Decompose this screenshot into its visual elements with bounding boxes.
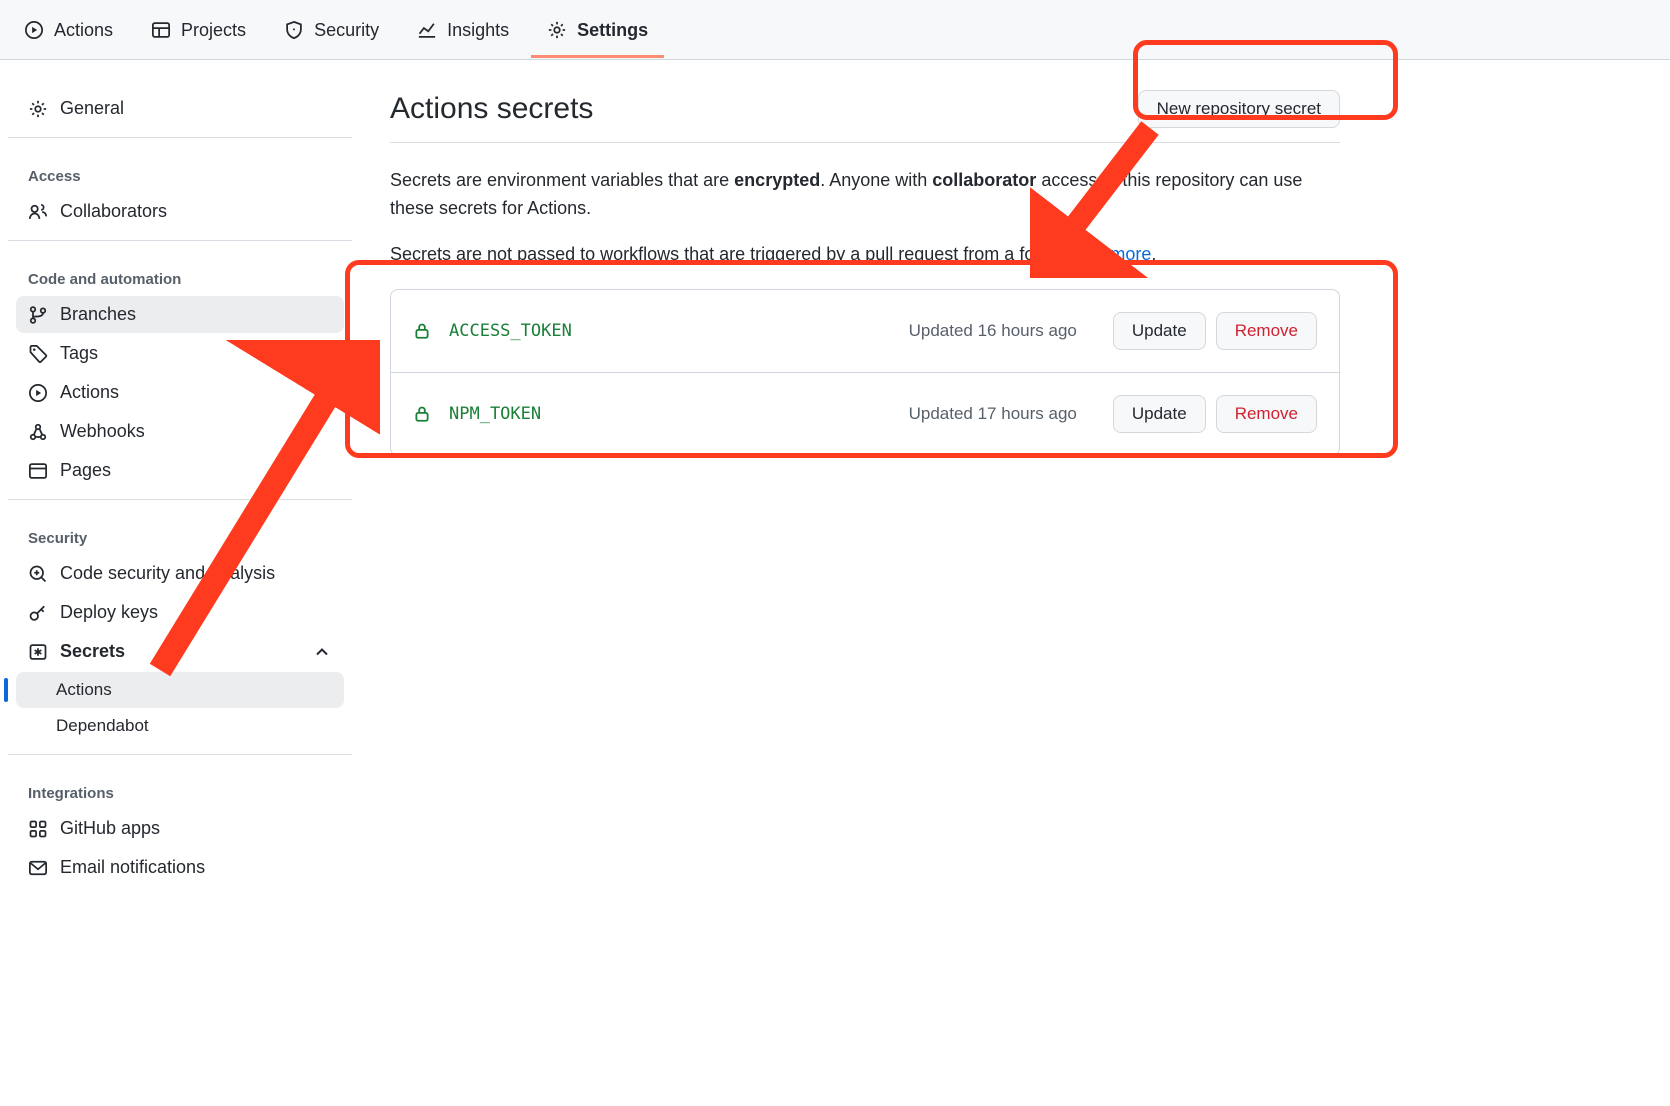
sidebar-item-actions[interactable]: Actions (16, 374, 344, 411)
sidebar-label: Collaborators (60, 201, 167, 222)
sidebar-label: Webhooks (60, 421, 145, 442)
page-title: Actions secrets (390, 92, 593, 126)
tab-actions[interactable]: Actions (8, 2, 129, 58)
browser-icon (28, 461, 48, 481)
codescan-icon (28, 564, 48, 584)
tab-security[interactable]: Security (268, 2, 395, 58)
sidebar-label: General (60, 98, 124, 119)
repo-tabs: Actions Projects Security Insights Setti… (0, 0, 1670, 60)
text: Secrets are not passed to workflows that… (390, 244, 1059, 264)
tag-icon (28, 344, 48, 364)
sidebar-label: Email notifications (60, 857, 205, 878)
divider (8, 754, 352, 755)
table-icon (151, 20, 171, 40)
text: . Anyone with (820, 170, 932, 190)
sidebar-item-webhooks[interactable]: Webhooks (16, 413, 344, 450)
sidebar-section-integrations: Integrations (8, 765, 352, 808)
tab-projects[interactable]: Projects (135, 2, 262, 58)
key-icon (28, 603, 48, 623)
sidebar-label: Actions (56, 680, 112, 699)
sidebar-sub-secrets-dependabot[interactable]: Dependabot (16, 708, 344, 744)
sidebar-sub-secrets-actions[interactable]: Actions (16, 672, 344, 708)
sidebar-label: Pages (60, 460, 111, 481)
tab-insights[interactable]: Insights (401, 2, 525, 58)
chevron-down-icon (312, 383, 332, 403)
tab-settings[interactable]: Settings (531, 2, 664, 58)
shield-icon (284, 20, 304, 40)
sidebar-section-security: Security (8, 510, 352, 553)
tab-label: Actions (54, 20, 113, 41)
sidebar-label: GitHub apps (60, 818, 160, 839)
sidebar-item-tags[interactable]: Tags (16, 335, 344, 372)
sidebar-item-branches[interactable]: Branches (16, 296, 344, 333)
chevron-up-icon (312, 642, 332, 662)
tab-label: Security (314, 20, 379, 41)
sidebar-label: Actions (60, 382, 119, 403)
branch-icon (28, 305, 48, 325)
lock-icon (413, 322, 431, 340)
sidebar-section-code: Code and automation (8, 251, 352, 294)
sidebar-item-codesec[interactable]: Code security and analysis (16, 555, 344, 592)
settings-sidebar: General Access Collaborators Code and au… (0, 60, 360, 916)
secret-updated: Updated 16 hours ago (909, 321, 1077, 341)
sidebar-label: Secrets (60, 641, 125, 662)
sidebar-item-secrets[interactable]: Secrets (16, 633, 344, 670)
gear-icon (547, 20, 567, 40)
sidebar-item-email[interactable]: Email notifications (16, 849, 344, 886)
divider (8, 137, 352, 138)
page-header: Actions secrets New repository secret (390, 90, 1340, 143)
tab-label: Settings (577, 20, 648, 41)
sidebar-item-collaborators[interactable]: Collaborators (16, 193, 344, 230)
sidebar-item-pages[interactable]: Pages (16, 452, 344, 489)
text-strong: collaborator (932, 170, 1036, 190)
update-secret-button[interactable]: Update (1113, 312, 1206, 350)
lock-icon (413, 405, 431, 423)
tab-label: Projects (181, 20, 246, 41)
sidebar-label: Tags (60, 343, 98, 364)
secret-name[interactable]: NPM_TOKEN (449, 404, 541, 424)
remove-secret-button[interactable]: Remove (1216, 312, 1317, 350)
secret-row: ACCESS_TOKEN Updated 16 hours ago Update… (391, 290, 1339, 372)
graph-icon (417, 20, 437, 40)
divider (8, 240, 352, 241)
description-2: Secrets are not passed to workflows that… (390, 241, 1340, 269)
remove-secret-button[interactable]: Remove (1216, 395, 1317, 433)
sidebar-label: Branches (60, 304, 136, 325)
update-secret-button[interactable]: Update (1113, 395, 1206, 433)
secrets-list: ACCESS_TOKEN Updated 16 hours ago Update… (390, 289, 1340, 456)
learn-more-link[interactable]: Learn more (1059, 244, 1151, 264)
tab-label: Insights (447, 20, 509, 41)
gear-icon (28, 99, 48, 119)
sidebar-section-access: Access (8, 148, 352, 191)
secret-row: NPM_TOKEN Updated 17 hours ago Update Re… (391, 372, 1339, 455)
main-content: Actions secrets New repository secret Se… (360, 60, 1370, 916)
play-circle-icon (28, 383, 48, 403)
key-asterisk-icon (28, 642, 48, 662)
sidebar-label: Dependabot (56, 716, 149, 735)
secret-updated: Updated 17 hours ago (909, 404, 1077, 424)
text: Secrets are environment variables that a… (390, 170, 734, 190)
text-strong: encrypted (734, 170, 820, 190)
sidebar-item-deploykeys[interactable]: Deploy keys (16, 594, 344, 631)
sidebar-item-general[interactable]: General (16, 90, 344, 127)
text: . (1151, 244, 1156, 264)
secret-name[interactable]: ACCESS_TOKEN (449, 321, 572, 341)
sidebar-item-ghapps[interactable]: GitHub apps (16, 810, 344, 847)
play-circle-icon (24, 20, 44, 40)
description-1: Secrets are environment variables that a… (390, 167, 1340, 223)
apps-icon (28, 819, 48, 839)
webhook-icon (28, 422, 48, 442)
people-icon (28, 202, 48, 222)
sidebar-label: Code security and analysis (60, 563, 275, 584)
sidebar-label: Deploy keys (60, 602, 158, 623)
mail-icon (28, 858, 48, 878)
new-repository-secret-button[interactable]: New repository secret (1138, 90, 1340, 128)
divider (8, 499, 352, 500)
